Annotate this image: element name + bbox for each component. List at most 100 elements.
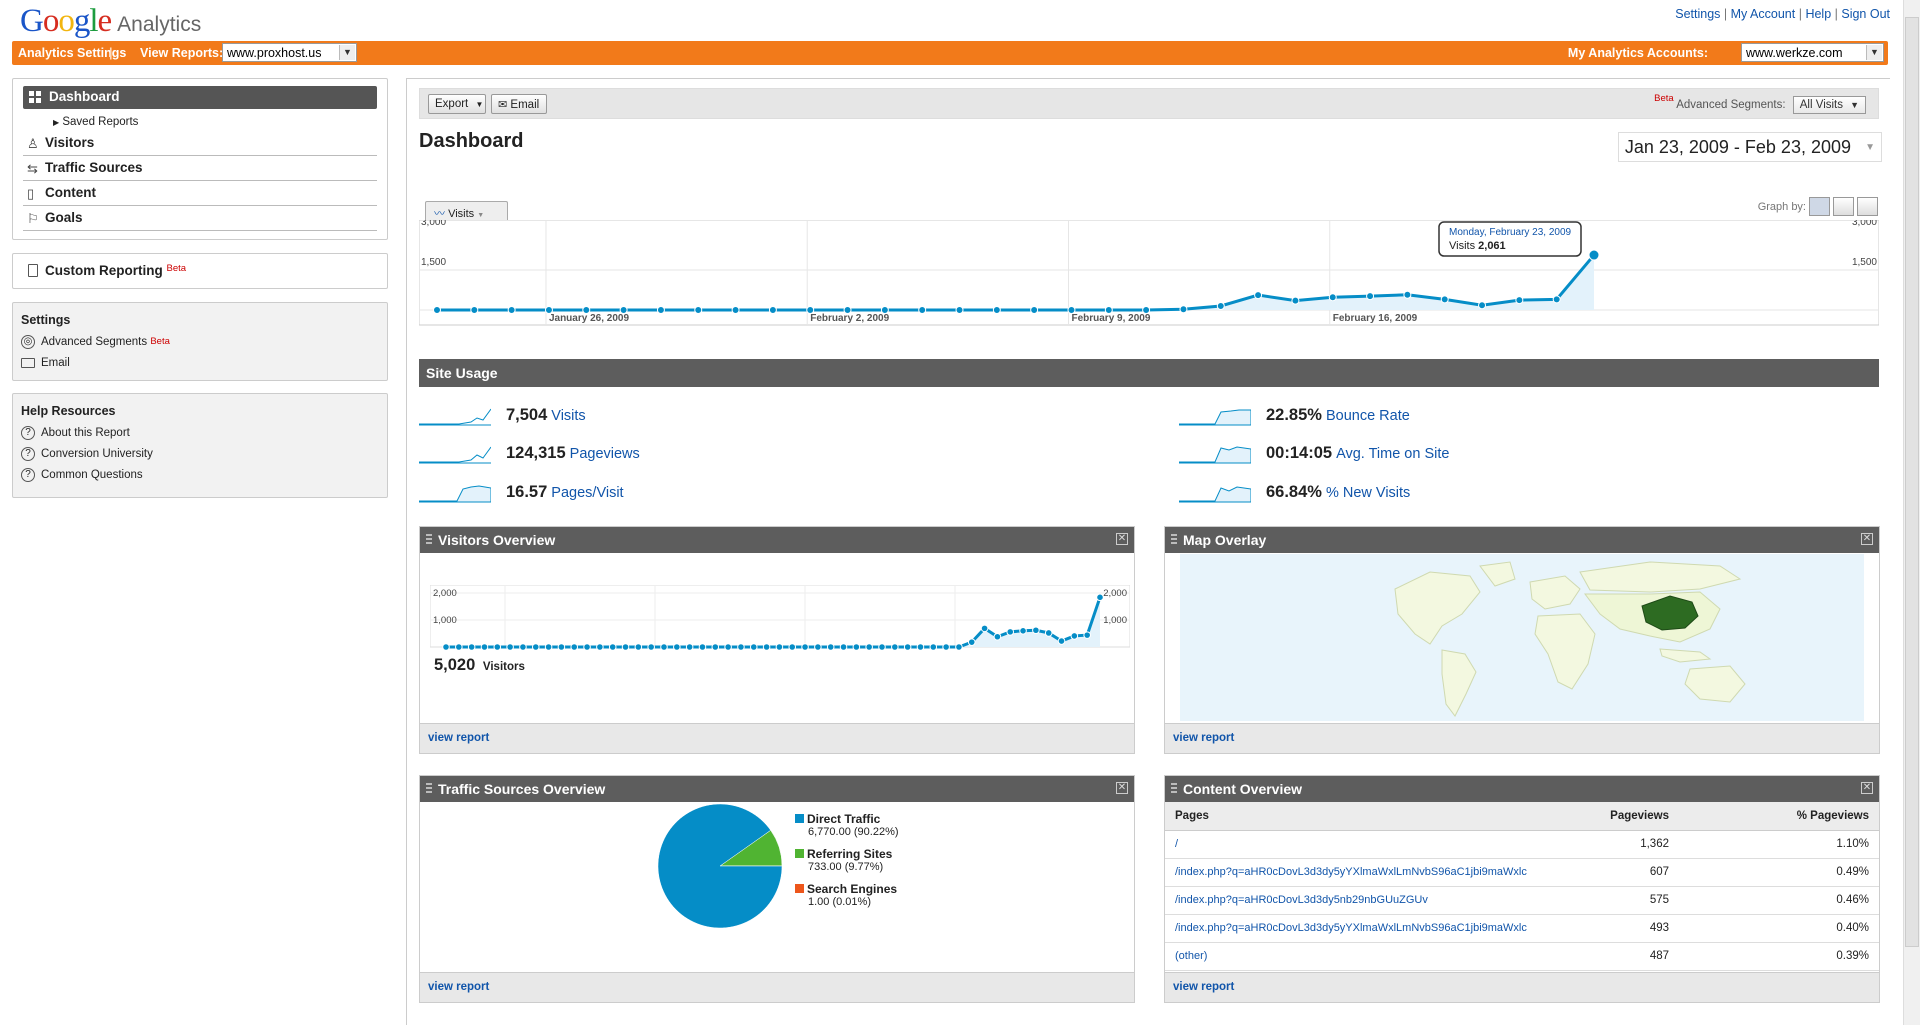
visitors-point — [788, 643, 797, 651]
close-icon[interactable]: ✕ — [1861, 533, 1873, 545]
visitors-point — [737, 643, 745, 651]
table-row: / 1,362 1.10% — [1165, 830, 1879, 859]
nav-saved-reports[interactable]: ▶ Saved Reports — [23, 109, 377, 131]
close-icon[interactable]: ✕ — [1116, 782, 1128, 794]
settings-link[interactable]: Settings — [1675, 7, 1720, 21]
world-map[interactable] — [1180, 554, 1864, 721]
about-report-link[interactable]: ? About this Report — [21, 423, 379, 444]
new-visits-link[interactable]: % New Visits — [1326, 485, 1410, 501]
visitors-point — [455, 643, 463, 651]
graph-by-day-button[interactable] — [1809, 197, 1830, 216]
vertical-scrollbar[interactable] — [1903, 0, 1920, 1025]
help-link[interactable]: Help — [1805, 7, 1831, 21]
page-link[interactable]: / — [1175, 838, 1178, 850]
visits-link[interactable]: Visits — [551, 408, 585, 424]
panel-header[interactable]: Content Overview ✕ — [1165, 776, 1879, 802]
google-analytics-logo[interactable]: Google Analytics — [20, 3, 201, 39]
y-tick-label: 1,500 — [421, 257, 446, 268]
table-row: /index.php?q=aHR0cDovL3d3dy5yYXlmaWxlLmN… — [1165, 858, 1879, 887]
close-icon[interactable]: ✕ — [1861, 782, 1873, 794]
view-report-link[interactable]: view report — [428, 981, 489, 993]
panel-header[interactable]: Visitors Overview ✕ — [420, 527, 1134, 553]
visitors-point — [711, 643, 720, 651]
visitors-point — [634, 643, 643, 651]
close-icon[interactable]: ✕ — [1116, 533, 1128, 545]
view-report-link[interactable]: view report — [428, 732, 489, 744]
chevron-down-icon: ▼ — [475, 100, 484, 109]
sparkline — [1179, 486, 1251, 503]
graph-by-month-button[interactable] — [1857, 197, 1878, 216]
scrollbar-thumb[interactable] — [1905, 17, 1919, 947]
avg-time-link[interactable]: Avg. Time on Site — [1336, 446, 1449, 462]
x-tick-label: February 9, 2009 — [1071, 313, 1150, 324]
nav-traffic-sources[interactable]: ⇆ Traffic Sources — [23, 156, 377, 181]
visitors-point — [647, 643, 655, 651]
table-header-row: Pages Pageviews % Pageviews — [1165, 802, 1879, 831]
visits-point — [992, 306, 1001, 314]
visitors-point — [929, 643, 938, 651]
visitors-overview-panel: Visitors Overview ✕ 2,000 2,000 1,000 1,000… — [419, 526, 1135, 754]
view-report-link[interactable]: view report — [1173, 981, 1234, 993]
drag-handle-icon[interactable] — [426, 534, 432, 544]
legend-swatch — [795, 814, 804, 823]
visits-point — [656, 306, 665, 314]
conversion-university-link[interactable]: ? Conversion University — [21, 444, 379, 465]
visitors-point — [608, 643, 617, 651]
visitors-point — [544, 643, 553, 651]
table-row: /index.php?q=aHR0cDovL3d3dy5nb29nbGUuZGU… — [1165, 886, 1879, 915]
nav-goals[interactable]: ⚐ Goals — [23, 206, 377, 231]
view-report-link[interactable]: view report — [1173, 732, 1234, 744]
my-account-link[interactable]: My Account — [1731, 7, 1796, 21]
graph-by-week-button[interactable] — [1833, 197, 1854, 216]
table-row: /index.php?q=aHR0cDovL3d3dy5yYXlmaWxlLmN… — [1165, 914, 1879, 943]
triangle-right-icon: ▶ — [53, 118, 60, 127]
visitors-point — [955, 643, 963, 651]
export-button[interactable]: Export ▼ — [428, 94, 486, 114]
legend-search: Search Engines 1.00 (0.01%) — [795, 882, 897, 908]
x-tick-label: February 2, 2009 — [810, 313, 889, 324]
pie-slice-0 — [657, 803, 783, 929]
sparkline — [419, 485, 491, 503]
visitors-point — [698, 643, 707, 651]
segment-select[interactable]: All Visits ▼ — [1792, 96, 1866, 114]
y-tick-label: 1,000 — [433, 615, 457, 626]
pageviews-link[interactable]: Pageviews — [570, 446, 640, 462]
nav-custom-reporting[interactable]: Custom Reporting Beta — [12, 253, 388, 289]
page-link[interactable]: /index.php?q=aHR0cDovL3d3dy5nb29nbGUuZGU… — [1175, 894, 1428, 906]
visits-point — [1030, 306, 1039, 314]
visitors-total: 5,020 Visitors — [434, 656, 525, 674]
legend-swatch — [795, 849, 804, 858]
drag-handle-icon[interactable] — [426, 783, 432, 793]
visitors-point — [903, 643, 912, 651]
page-link[interactable]: /index.php?q=aHR0cDovL3d3dy5yYXlmaWxlLmN… — [1175, 922, 1527, 934]
drag-handle-icon[interactable] — [1171, 783, 1177, 793]
metric-select[interactable]: 〰 Visits ▼ — [425, 201, 508, 220]
email-link[interactable]: Email — [21, 353, 379, 374]
nav-dashboard[interactable]: Dashboard — [23, 86, 377, 109]
bounce-rate-link[interactable]: Bounce Rate — [1326, 408, 1410, 424]
common-questions-link[interactable]: ? Common Questions — [21, 465, 379, 486]
pages-visit-link[interactable]: Pages/Visit — [551, 485, 623, 501]
my-accounts-label: My Analytics Accounts: — [1567, 46, 1708, 60]
content-overview-panel: Content Overview ✕ Pages Pageviews % Pag… — [1164, 775, 1880, 1003]
nav-visitors[interactable]: ♙ Visitors — [23, 131, 377, 156]
visits-point — [1254, 291, 1263, 300]
line-chart-icon: 〰 — [434, 208, 445, 220]
advanced-segments-link[interactable]: ◎ Advanced Segments Beta — [21, 332, 379, 353]
page-link[interactable]: /index.php?q=aHR0cDovL3d3dy5yYXlmaWxlLmN… — [1175, 866, 1527, 878]
email-button[interactable]: ✉ Email — [491, 94, 547, 114]
page-link[interactable]: (other) — [1175, 950, 1207, 962]
visits-point — [955, 306, 964, 314]
date-range-picker[interactable]: Jan 23, 2009 - Feb 23, 2009 ▼ — [1617, 132, 1882, 162]
site-select[interactable]: www.proxhost.us ▼ — [222, 43, 357, 62]
visits-point — [1478, 301, 1487, 310]
visits-point — [1588, 249, 1600, 261]
visitors-point — [660, 643, 668, 651]
sign-out-link[interactable]: Sign Out — [1841, 7, 1890, 21]
x-tick-label: February 16, 2009 — [1333, 313, 1418, 324]
panel-header[interactable]: Map Overlay ✕ — [1165, 527, 1879, 553]
account-select[interactable]: www.werkze.com ▼ — [1741, 43, 1884, 62]
drag-handle-icon[interactable] — [1171, 534, 1177, 544]
visitors-point — [480, 643, 489, 651]
nav-content[interactable]: ▯ Content — [23, 181, 377, 206]
